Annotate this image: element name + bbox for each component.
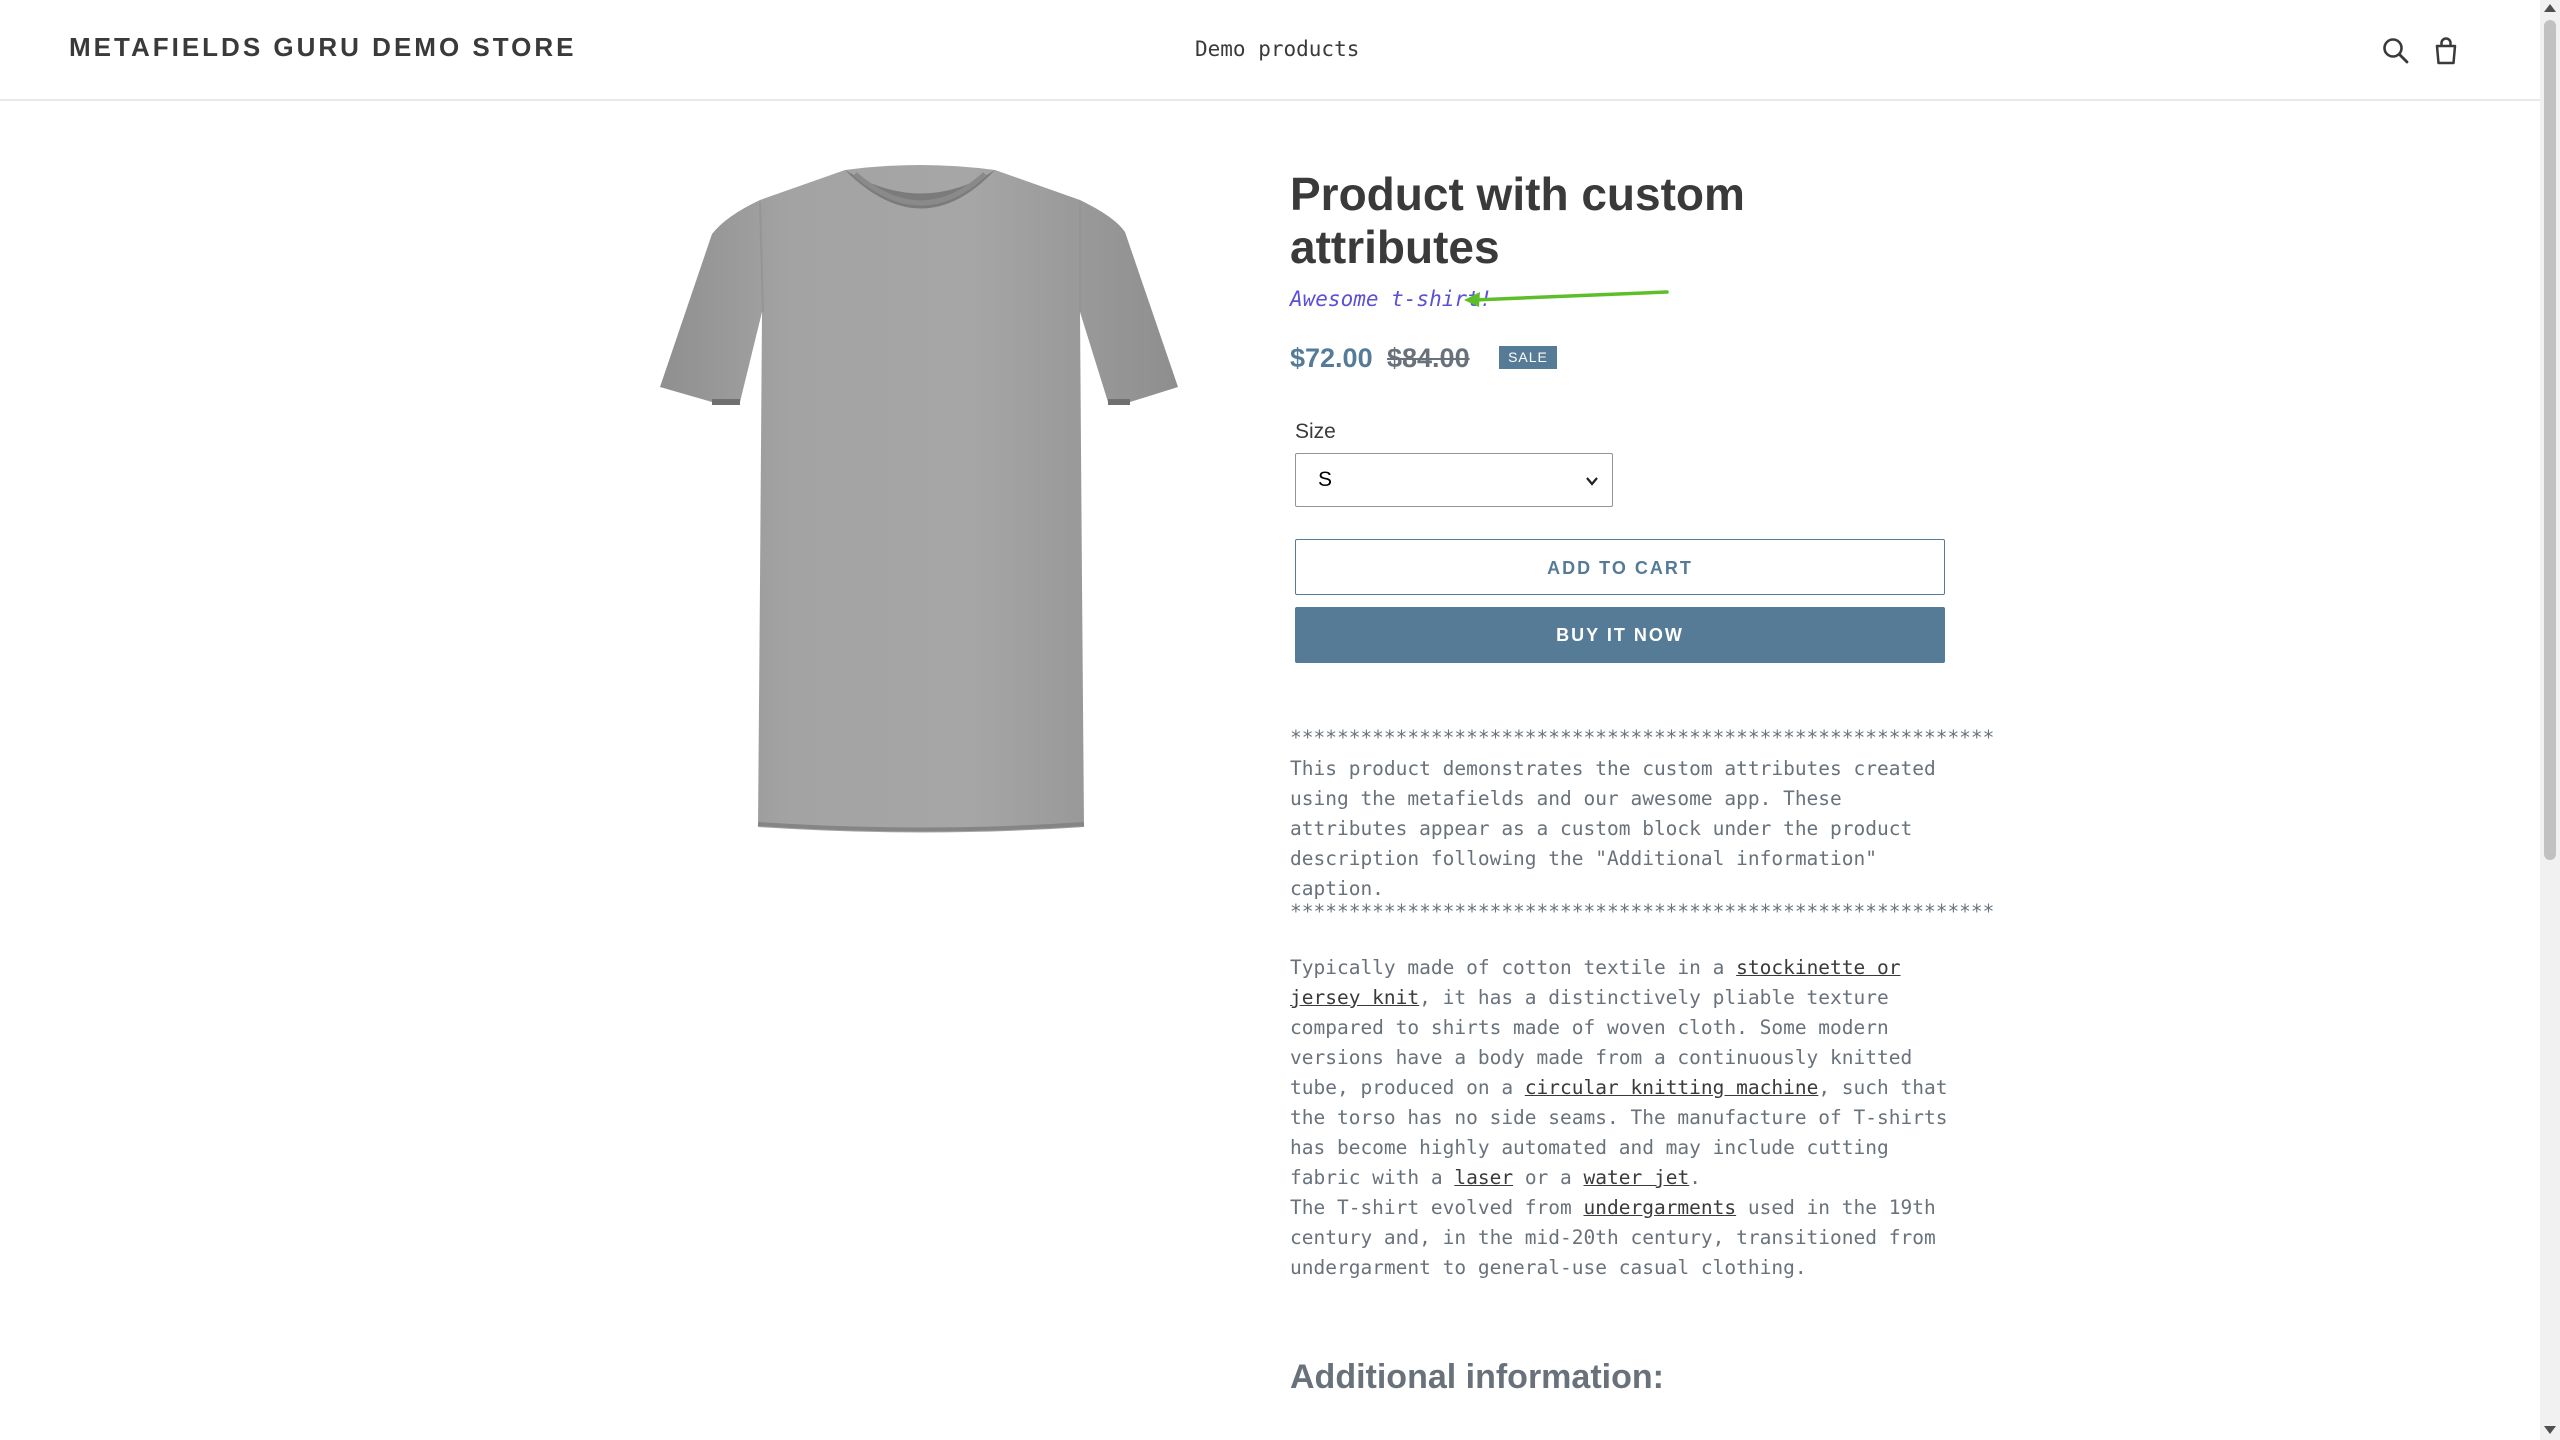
regular-price: $84.00: [1387, 343, 1470, 373]
cart-icon[interactable]: [2429, 34, 2463, 68]
link-undergarments[interactable]: undergarments: [1584, 1196, 1737, 1219]
sale-price: $72.00: [1290, 343, 1373, 373]
additional-info-heading: Additional information:: [1290, 1358, 1664, 1396]
divider-stars-top: ****************************************…: [1290, 726, 1995, 749]
intro-paragraph: This product demonstrates the custom att…: [1290, 757, 1936, 900]
store-logo[interactable]: METAFIELDS GURU DEMO STORE: [69, 32, 577, 63]
product-title: Product with custom attributes: [1290, 168, 1745, 273]
scroll-up-icon[interactable]: [2544, 4, 2556, 12]
size-selected-value: S: [1318, 468, 1333, 491]
annotation-arrow: [1464, 290, 1669, 307]
product-image-tshirt[interactable]: [660, 162, 1180, 842]
size-select[interactable]: S: [1295, 453, 1613, 507]
link-water-jet[interactable]: water jet: [1584, 1166, 1690, 1189]
scrollbar-thumb[interactable]: [2544, 20, 2556, 860]
divider-stars-bottom: ****************************************…: [1290, 900, 1995, 923]
site-header: METAFIELDS GURU DEMO STORE Demo products: [0, 0, 2540, 101]
link-circular-knitting-machine[interactable]: circular knitting machine: [1525, 1076, 1819, 1099]
sale-badge: SALE: [1499, 346, 1557, 369]
size-label: Size: [1295, 420, 1336, 443]
add-to-cart-button[interactable]: ADD TO CART: [1295, 539, 1945, 595]
link-laser[interactable]: laser: [1454, 1166, 1513, 1189]
nav-demo-products[interactable]: Demo products: [1195, 37, 1359, 61]
description-body: Typically made of cotton textile in a st…: [1290, 956, 1948, 1279]
chevron-down-icon: [1586, 477, 1598, 486]
scroll-down-icon[interactable]: [2544, 1426, 2556, 1434]
search-icon[interactable]: [2379, 34, 2413, 68]
buy-it-now-button[interactable]: BUY IT NOW: [1295, 607, 1945, 663]
